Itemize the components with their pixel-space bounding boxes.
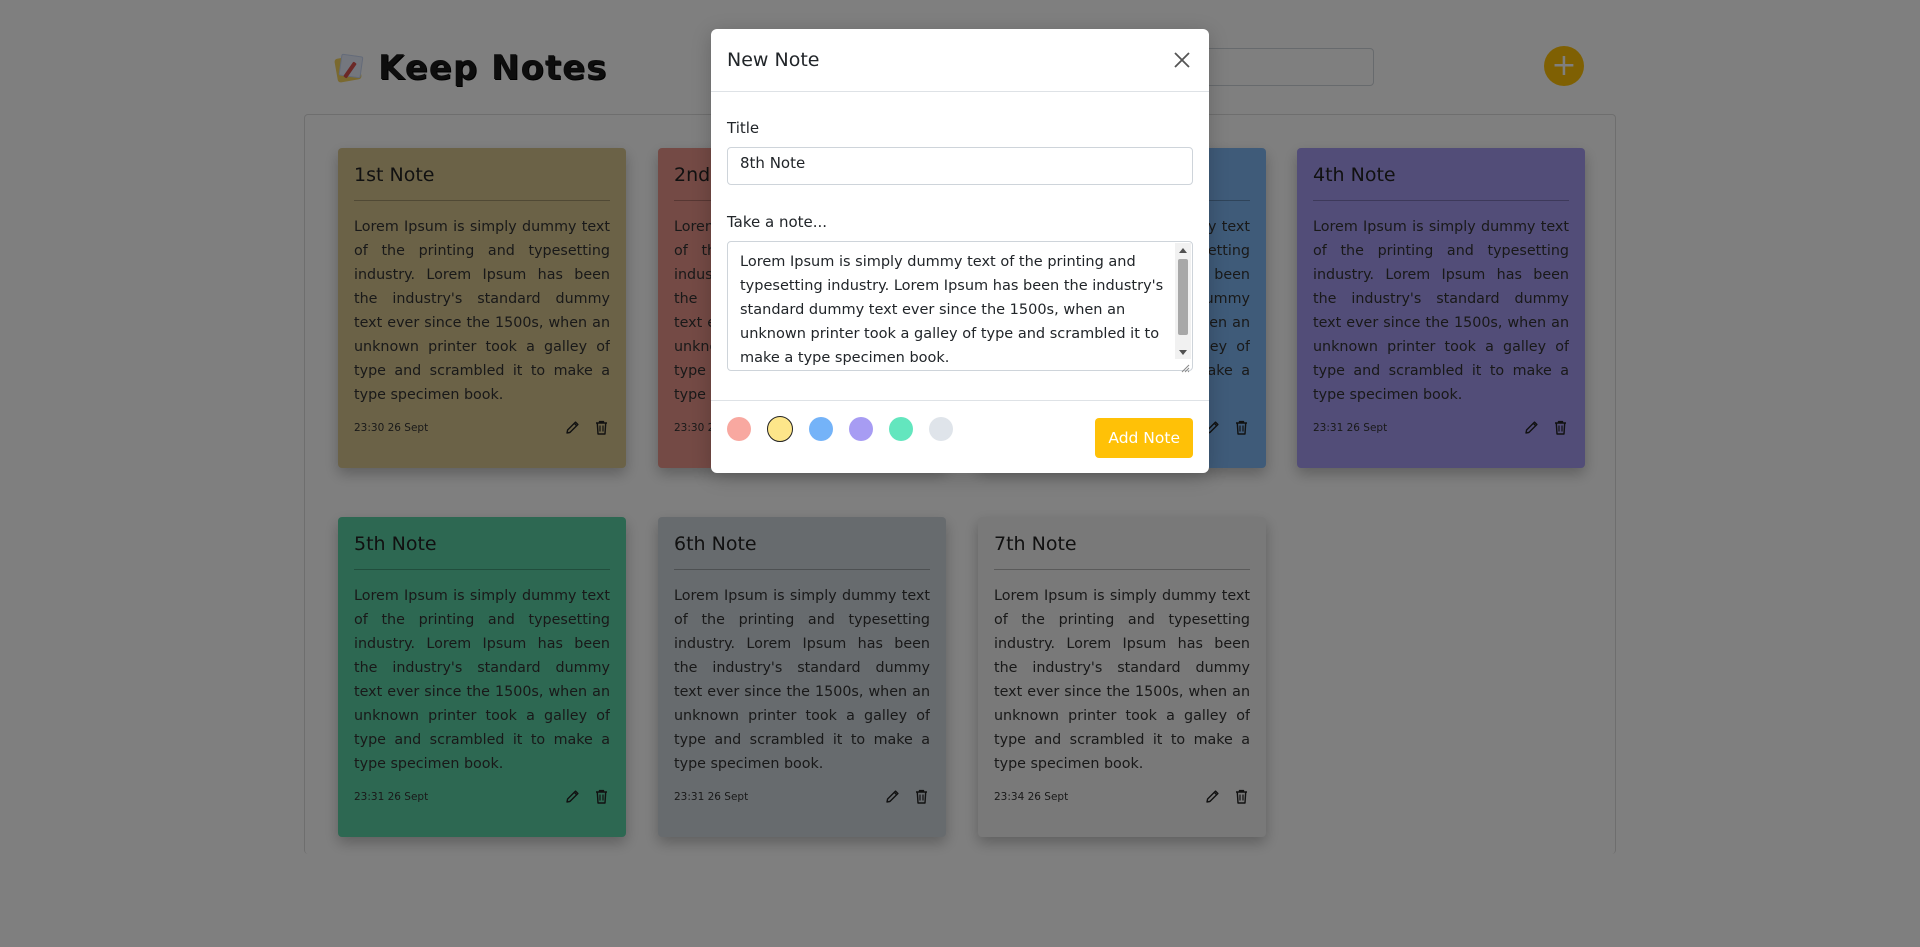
- color-swatch[interactable]: [849, 417, 873, 441]
- scroll-thumb[interactable]: [1178, 259, 1188, 335]
- title-input[interactable]: 8th Note: [727, 147, 1193, 185]
- modal-title: New Note: [727, 49, 820, 71]
- modal-header: New Note: [711, 29, 1209, 92]
- add-note-submit-button[interactable]: Add Note: [1095, 418, 1193, 458]
- note-label: Take a note...: [727, 213, 828, 231]
- color-swatch[interactable]: [929, 417, 953, 441]
- resize-grip-icon[interactable]: [1180, 358, 1190, 373]
- modal-footer: Add Note: [711, 400, 1209, 473]
- color-swatch[interactable]: [889, 417, 913, 441]
- color-picker: [727, 416, 953, 442]
- note-textarea[interactable]: Lorem Ipsum is simply dummy text of the …: [727, 241, 1193, 373]
- color-swatch[interactable]: [767, 416, 793, 442]
- scroll-down-arrow-icon[interactable]: [1179, 350, 1187, 355]
- color-swatch[interactable]: [727, 417, 751, 441]
- color-swatch[interactable]: [809, 417, 833, 441]
- close-icon[interactable]: [1169, 47, 1195, 73]
- scroll-up-arrow-icon[interactable]: [1179, 248, 1187, 253]
- note-textarea-text: Lorem Ipsum is simply dummy text of the …: [740, 254, 1164, 366]
- modal-body: Title 8th Note Take a note... Lorem Ipsu…: [711, 119, 1209, 373]
- textarea-scrollbar[interactable]: [1175, 243, 1191, 359]
- new-note-modal: New Note Title 8th Note Take a note... L…: [711, 29, 1209, 473]
- title-label: Title: [727, 119, 760, 137]
